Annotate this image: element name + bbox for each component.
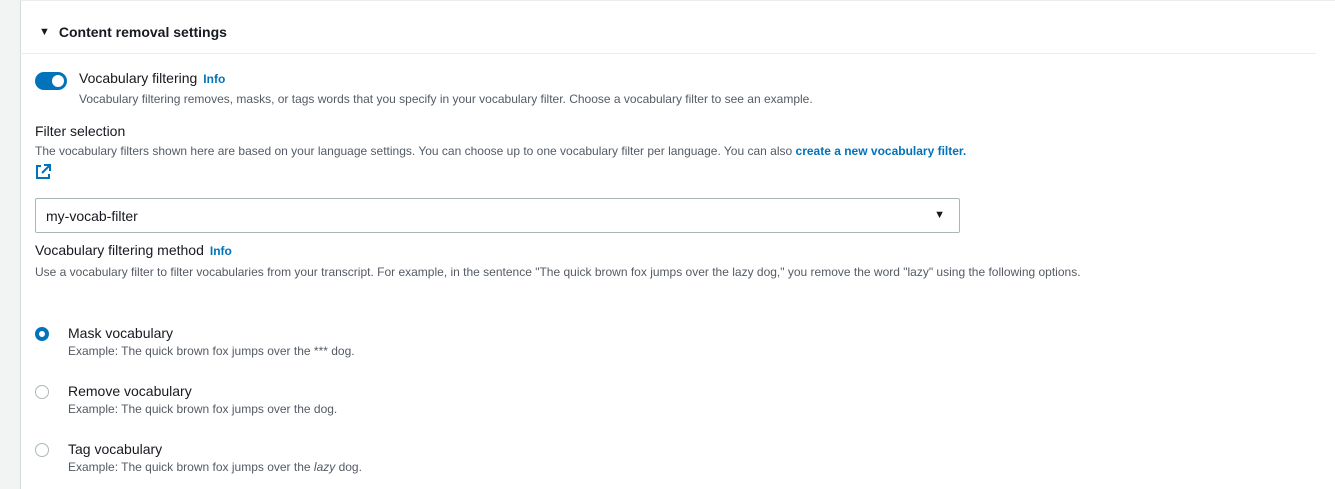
filter-selection-field: Filter selection The vocabulary filters …: [35, 123, 1295, 185]
select-value: my-vocab-filter: [46, 207, 138, 224]
vocab-filter-select[interactable]: my-vocab-filter ▼: [35, 198, 960, 233]
external-link-icon[interactable]: [35, 164, 51, 180]
radio-remove-title: Remove vocabulary: [68, 383, 192, 399]
filtering-method-label: Vocabulary filtering method: [35, 242, 204, 258]
caret-down-icon: ▼: [39, 26, 50, 38]
filtering-method-description: Use a vocabulary filter to filter vocabu…: [35, 265, 1081, 279]
radio-remove-example: Example: The quick brown fox jumps over …: [68, 402, 338, 416]
filter-selection-description: The vocabulary filters shown here are ba…: [35, 144, 967, 158]
radio-tag-title: Tag vocabulary: [68, 441, 163, 457]
section-header[interactable]: ▼ Content removal settings: [39, 24, 227, 40]
dropdown-arrow-icon: ▼: [934, 209, 945, 221]
radio-mask-example: Example: The quick brown fox jumps over …: [68, 344, 355, 358]
radio-option-tag[interactable]: Tag vocabulary Example: The quick brown …: [35, 441, 362, 474]
radio-tag[interactable]: [35, 443, 49, 457]
create-vocab-filter-link[interactable]: create a new vocabulary filter.: [796, 144, 967, 158]
radio-option-mask[interactable]: Mask vocabulary Example: The quick brown…: [35, 325, 355, 358]
radio-remove[interactable]: [35, 385, 49, 399]
filtering-method-field: Vocabulary filtering method Info Use a vo…: [35, 242, 1295, 280]
radio-option-remove[interactable]: Remove vocabulary Example: The quick bro…: [35, 383, 337, 416]
filtering-method-info-link[interactable]: Info: [210, 244, 232, 258]
radio-mask-title: Mask vocabulary: [68, 325, 174, 341]
section-title: Content removal settings: [58, 24, 227, 40]
toggle-knob: [52, 75, 64, 87]
filter-selection-label: Filter selection: [35, 123, 126, 139]
radio-tag-example: Example: The quick brown fox jumps over …: [68, 460, 362, 474]
divider: [19, 53, 1316, 54]
vocab-filtering-info-link[interactable]: Info: [203, 72, 225, 86]
vocab-filtering-label: Vocabulary filtering: [79, 70, 198, 86]
vocab-filtering-toggle[interactable]: [35, 72, 67, 90]
vocab-filtering-row: Vocabulary filtering Info Vocabulary filt…: [35, 70, 813, 106]
radio-mask[interactable]: [35, 327, 49, 341]
vocab-filtering-description: Vocabulary filtering removes, masks, or …: [79, 92, 813, 106]
